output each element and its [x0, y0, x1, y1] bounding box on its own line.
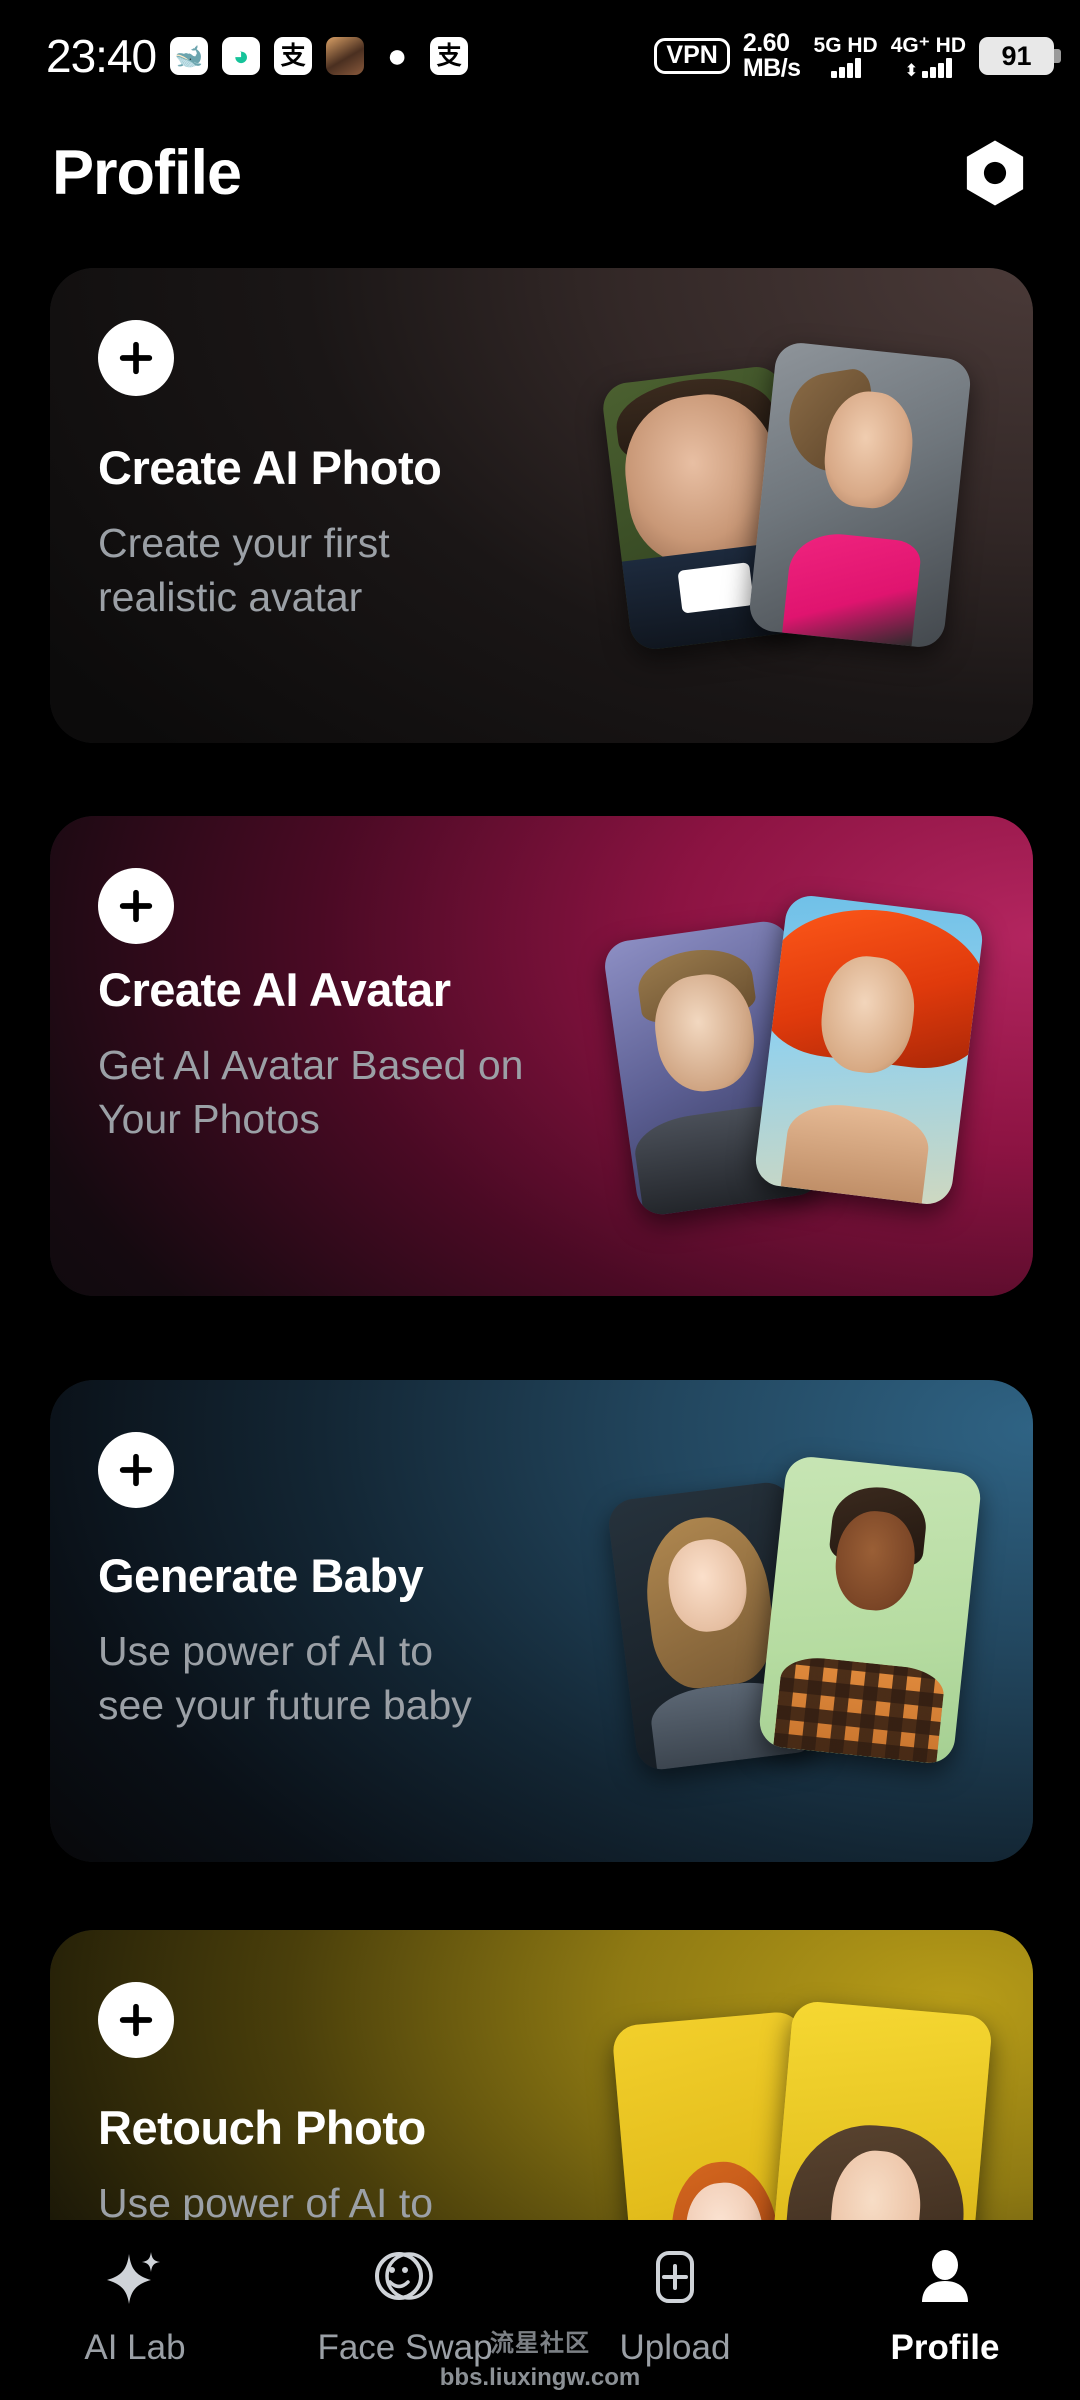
- add-button[interactable]: [98, 1432, 174, 1508]
- card-create-ai-avatar[interactable]: Create AI Avatar Get AI Avatar Based on …: [50, 816, 1033, 1296]
- plus-icon: [119, 2003, 153, 2037]
- card-photo-pair: [606, 1454, 983, 1774]
- nav-item-ai-lab[interactable]: AI Lab: [25, 2244, 245, 2368]
- photo-thumb-right: [757, 1454, 983, 1766]
- nav-label-face-swap: Face Swap: [317, 2328, 493, 2367]
- plus-icon: [119, 1453, 153, 1487]
- card-retouch-photo[interactable]: Retouch Photo Use power of AI to: [50, 1930, 1033, 2220]
- card-content: Create AI Avatar Get AI Avatar Based on …: [50, 816, 1033, 1296]
- sim1-label: 5G HD: [813, 33, 878, 57]
- smiley-icon: [375, 2252, 433, 2300]
- game-app-icon: [326, 37, 365, 75]
- signal-bars-icon-2: [922, 57, 953, 78]
- sparkle-icon-wrap: [103, 2244, 167, 2312]
- card-text: Create AI Avatar Get AI Avatar Based on …: [98, 964, 528, 1146]
- signal-bars-icon: [830, 57, 861, 78]
- nav-item-upload[interactable]: Upload: [565, 2244, 785, 2368]
- card-title: Generate Baby: [98, 1549, 424, 1602]
- card-title: Create AI Avatar: [98, 963, 451, 1016]
- plus-icon: [119, 889, 153, 923]
- card-title: Retouch Photo: [98, 2101, 426, 2154]
- upload-plus-icon-wrap: [643, 2244, 707, 2312]
- card-title: Create AI Photo: [98, 441, 442, 494]
- status-bar-left: 23:40 🐋 ◕ 支 ● 支: [46, 29, 469, 83]
- status-clock: 23:40: [46, 30, 157, 82]
- sim2-label: 4G⁺ HD: [890, 33, 966, 57]
- status-bar: 23:40 🐋 ◕ 支 ● 支 VPN 2.60 MB/s 5G HD 4G⁺ …: [0, 0, 1080, 112]
- message-bubble-icon: ●: [378, 37, 417, 75]
- card-text: Create AI Photo Create your first realis…: [98, 442, 528, 624]
- add-button[interactable]: [98, 1982, 174, 2058]
- card-content: Create AI Photo Create your first realis…: [50, 268, 1033, 743]
- network-speed-value: 2.60: [742, 29, 790, 57]
- card-text: Retouch Photo Use power of AI to: [98, 2102, 528, 2220]
- nav-item-face-swap[interactable]: Face Swap: [295, 2244, 515, 2368]
- upload-plus-icon: [656, 2251, 694, 2303]
- nav-item-profile[interactable]: Profile: [835, 2244, 1055, 2368]
- nav-label-upload: Upload: [619, 2328, 731, 2367]
- add-button[interactable]: [98, 868, 174, 944]
- sim1-signal: 5G HD: [814, 35, 878, 78]
- smiley-icon-wrap: [373, 2244, 437, 2312]
- add-button[interactable]: [98, 320, 174, 396]
- nav-label-profile: Profile: [890, 2328, 1000, 2367]
- plus-icon: [119, 341, 153, 375]
- card-subtitle: Get AI Avatar Based on Your Photos: [98, 1041, 524, 1142]
- photo-thumb-right: [752, 893, 986, 1207]
- battery-percent: 91: [1001, 40, 1032, 71]
- card-generate-baby[interactable]: Generate Baby Use power of AI to see you…: [50, 1380, 1033, 1862]
- status-bar-right: VPN 2.60 MB/s 5G HD 4G⁺ HD ⬍ 91: [654, 31, 1061, 81]
- person-icon-wrap: [913, 2244, 977, 2312]
- page-header: Profile: [0, 118, 1080, 228]
- card-photo-pair: [601, 893, 986, 1218]
- alipay-app-icon-2: 支: [430, 37, 469, 75]
- vpn-badge: VPN: [654, 37, 730, 75]
- feature-card-list: Create AI Photo Create your first realis…: [0, 268, 1080, 2220]
- nav-label-ai-lab: AI Lab: [84, 2328, 186, 2367]
- card-create-ai-photo[interactable]: Create AI Photo Create your first realis…: [50, 268, 1033, 743]
- card-content: Generate Baby Use power of AI to see you…: [50, 1380, 1033, 1862]
- sim1-bars-row: [830, 57, 861, 78]
- page-title: Profile: [52, 138, 242, 208]
- photo-thumb-right: [747, 340, 973, 650]
- card-subtitle: Use power of AI to: [98, 2179, 434, 2220]
- network-speed: 2.60 MB/s: [743, 31, 801, 81]
- whale-app-icon: 🐋: [170, 37, 209, 75]
- data-transfer-icon: ⬍: [904, 60, 919, 80]
- card-text: Generate Baby Use power of AI to see you…: [98, 1550, 498, 1732]
- hex-nut-icon: [966, 140, 1024, 206]
- battery-indicator: 91: [979, 37, 1061, 75]
- sim2-signal: 4G⁺ HD ⬍: [890, 33, 966, 80]
- sparkle-icon: [107, 2252, 160, 2304]
- bottom-navigation-bar: AI Lab Face Swap Upload Profile: [0, 2220, 1080, 2400]
- card-subtitle: Use power of AI to see your future baby: [98, 1627, 472, 1728]
- card-photo-pair: [600, 340, 976, 652]
- network-speed-unit: MB/s: [742, 54, 801, 82]
- sim2-bars-row: ⬍: [904, 57, 953, 80]
- person-icon: [922, 2250, 968, 2302]
- settings-button[interactable]: [958, 136, 1032, 210]
- card-photo-pair: [611, 1999, 994, 2220]
- card-content: Retouch Photo Use power of AI to: [50, 1930, 1033, 2220]
- alipay-app-icon: 支: [274, 37, 313, 75]
- green-spiral-app-icon: ◕: [222, 37, 261, 75]
- photo-thumb-right: [766, 1999, 994, 2220]
- card-subtitle: Create your first realistic avatar: [98, 519, 390, 620]
